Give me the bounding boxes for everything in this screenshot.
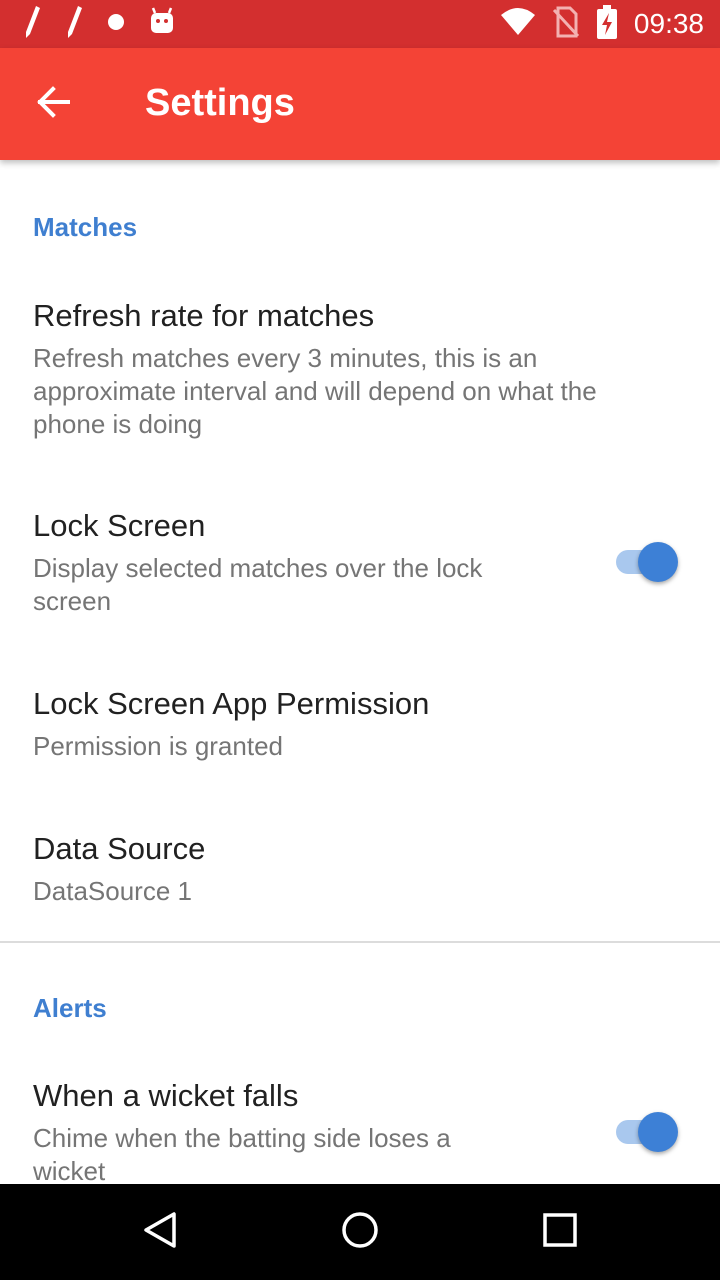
nav-back-button[interactable] (136, 1208, 184, 1256)
app-bar: Settings (0, 48, 720, 160)
pref-title: Refresh rate for matches (33, 298, 375, 333)
back-button[interactable] (22, 72, 86, 136)
toggle-thumb (638, 1112, 678, 1152)
page-title: Settings (145, 82, 295, 124)
pref-title: Data Source (33, 831, 206, 866)
pref-wicket-falls[interactable]: When a wicket falls Chime when the batti… (0, 1060, 720, 1184)
pref-title: When a wicket falls (33, 1078, 299, 1113)
pref-title: Lock Screen (33, 508, 206, 543)
section-divider (0, 941, 720, 943)
pref-summary: Refresh matches every 3 minutes, this is… (33, 343, 597, 439)
battery-charging-icon (596, 4, 618, 44)
pref-lock-screen-permission[interactable]: Lock Screen App Permission Permission is… (0, 670, 720, 790)
nav-back-icon (140, 1210, 180, 1255)
pref-lock-screen[interactable]: Lock Screen Display selected matches ove… (0, 490, 720, 650)
toggle-thumb (638, 542, 678, 582)
nav-home-icon (340, 1210, 380, 1255)
category-matches: Matches (33, 212, 138, 242)
wicket-falls-toggle[interactable] (614, 1110, 682, 1154)
pref-title: Lock Screen App Permission (33, 686, 430, 721)
pref-summary: DataSource 1 (33, 876, 192, 906)
pref-summary: Display selected matches over the lock s… (33, 553, 483, 616)
wifi-icon (500, 7, 536, 42)
android-icon (148, 4, 176, 45)
status-time: 09:38 (633, 8, 704, 39)
dot-icon (106, 4, 126, 45)
navigation-bar (0, 1184, 720, 1280)
pref-refresh-rate[interactable]: Refresh rate for matches Refresh matches… (0, 280, 720, 460)
pen-icon (22, 4, 42, 45)
pref-data-source[interactable]: Data Source DataSource 1 (0, 815, 720, 935)
arrow-back-icon (36, 84, 72, 125)
pref-summary: Permission is granted (33, 731, 283, 761)
lock-screen-toggle[interactable] (614, 540, 682, 584)
status-bar: 09:38 (0, 0, 720, 48)
category-alerts: Alerts (33, 993, 107, 1023)
no-sim-icon (552, 6, 580, 43)
nav-recents-icon (540, 1210, 580, 1255)
nav-home-button[interactable] (336, 1208, 384, 1256)
pen-icon (64, 4, 84, 45)
pref-summary: Chime when the batting side loses a wick… (33, 1123, 451, 1184)
settings-list: Matches Refresh rate for matches Refresh… (0, 160, 720, 1184)
nav-recents-button[interactable] (536, 1208, 584, 1256)
